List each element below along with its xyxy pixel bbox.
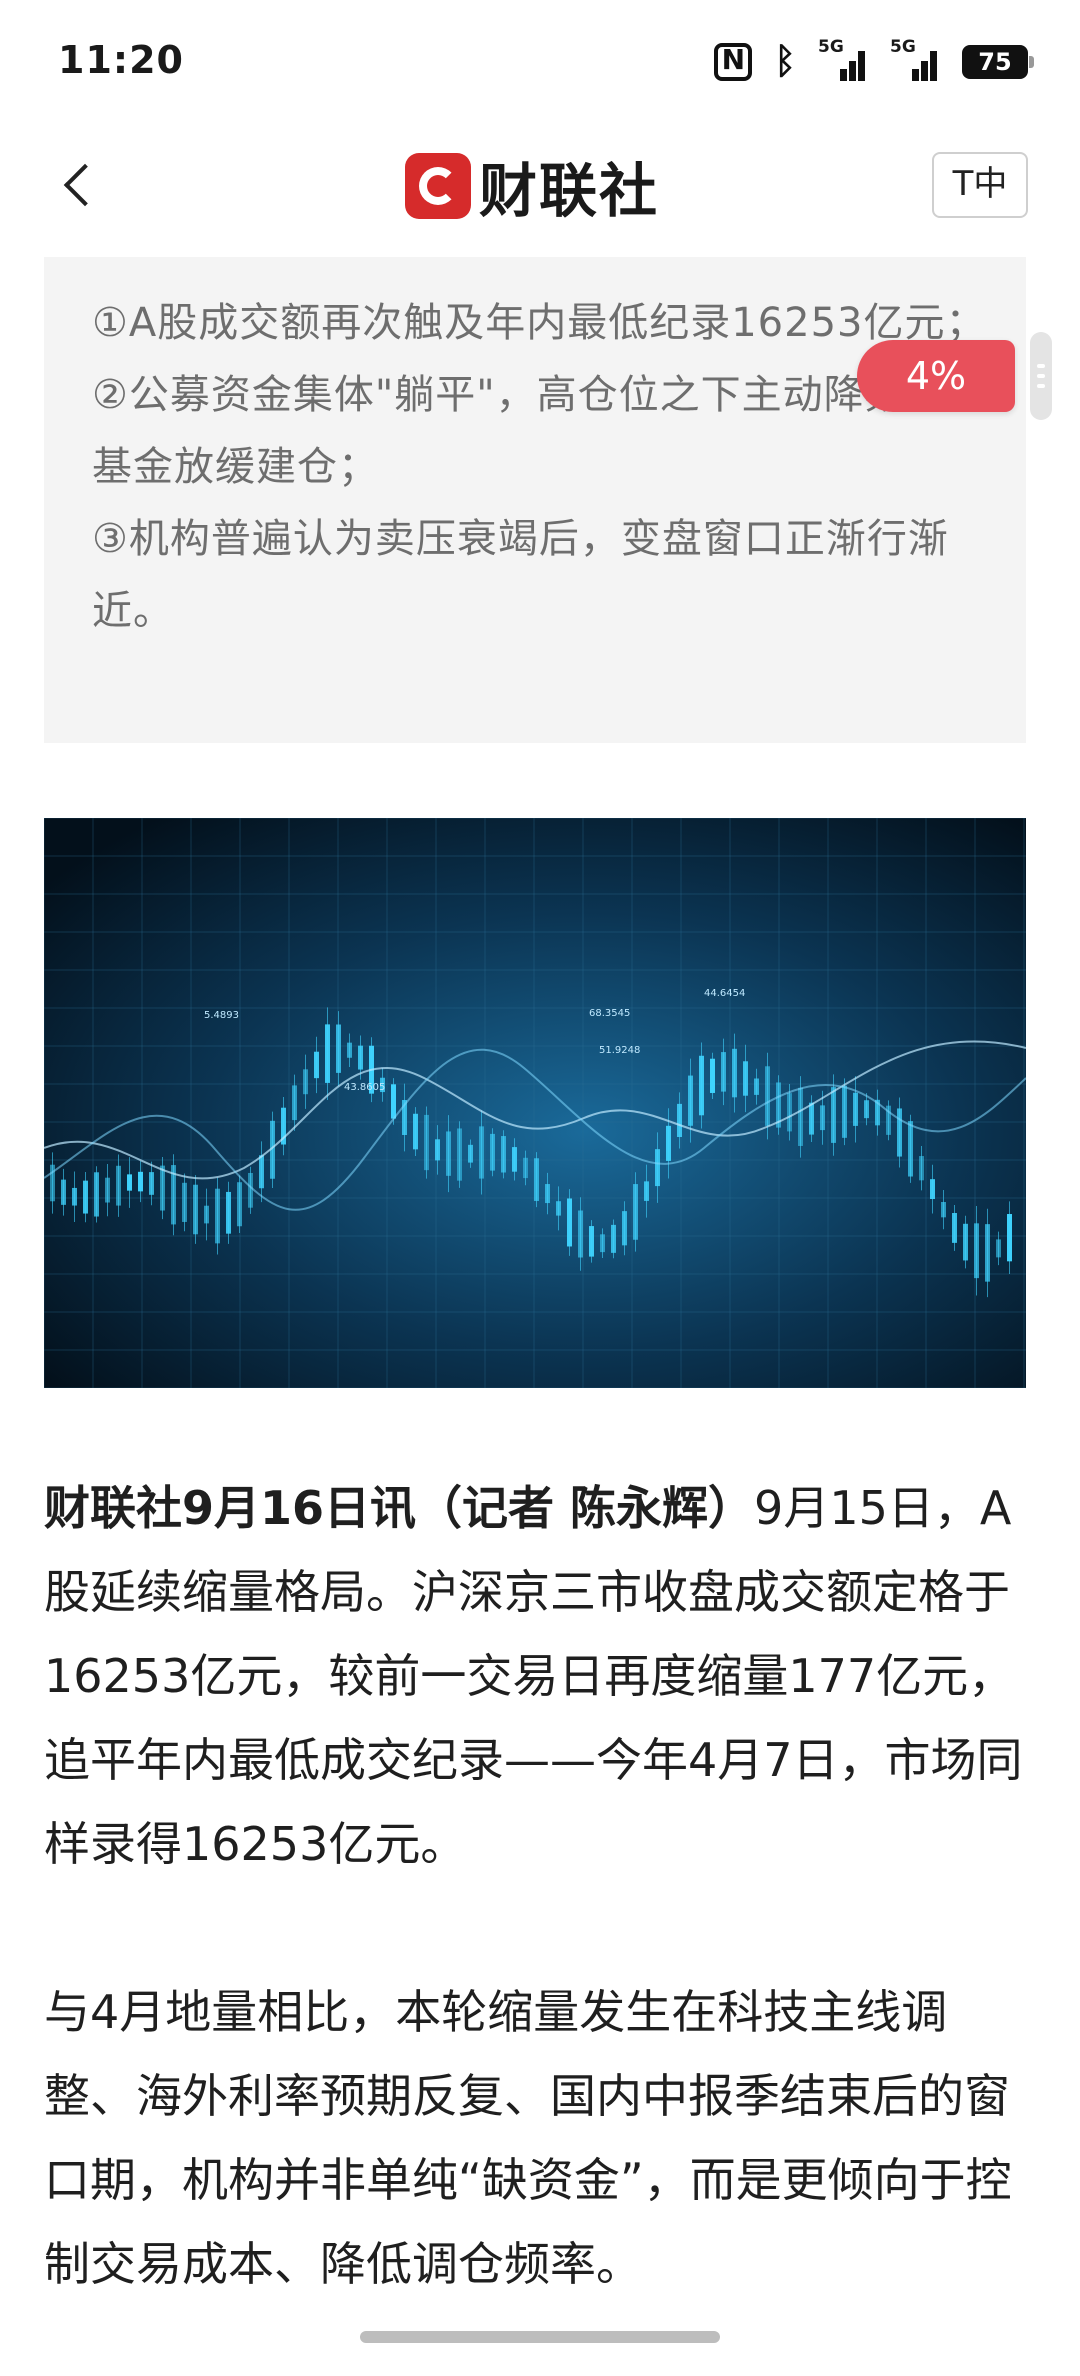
chart-label: 68.3545 — [589, 1008, 630, 1019]
home-indicator[interactable] — [360, 2331, 720, 2343]
chart-label: 5.4893 — [204, 1010, 239, 1021]
article-text: 9月15日，A股延续缩量格局。沪深京三市收盘成交额定格于16253亿元，较前一交… — [44, 1481, 1023, 1871]
article-paragraph: 与4月地量相比，本轮缩量发生在科技主线调整、海外利率预期反复、国内中报季结束后的… — [44, 1985, 1012, 2291]
article-paragraph: 财联社9月16日讯（记者 陈永辉）9月15日，A股延续缩量格局。沪深京三市收盘成… — [44, 1466, 1034, 1886]
signal-5g-icon: 5G — [890, 37, 940, 81]
nfc-icon — [714, 43, 753, 81]
article-body: 财联社9月16日讯（记者 陈永辉）9月15日，A股延续缩量格局。沪深京三市收盘成… — [44, 1466, 1034, 2376]
nav-bar: 财联社 T中 — [0, 120, 1080, 250]
chart-label: 43.8605 — [344, 1082, 385, 1093]
stock-chart-image: 5.4893 43.8605 68.3545 51.9248 44.6454 — [44, 818, 1026, 1388]
status-time: 11:20 — [58, 38, 184, 82]
logo-text: 财联社 — [479, 157, 660, 225]
signal-label: 5G — [818, 37, 844, 57]
signal-5g-icon: 5G — [818, 37, 868, 81]
signal-label: 5G — [890, 37, 916, 57]
font-size-button[interactable]: T中 — [932, 152, 1028, 218]
back-button[interactable] — [50, 156, 110, 216]
status-bar: 11:20 ᛒ 5G 5G 75 — [0, 0, 1080, 120]
battery-icon: 75 — [962, 45, 1034, 79]
summary-box: ①A股成交额再次触及年内最低纪录16253亿元； ②公募资金集体"躺平"，高仓位… — [44, 257, 1026, 743]
article-dateline: 财联社9月16日讯（记者 陈永辉） — [44, 1481, 755, 1535]
summary-list: ①A股成交额再次触及年内最低纪录16253亿元； ②公募资金集体"躺平"，高仓位… — [92, 287, 992, 647]
summary-item: ①A股成交额再次触及年内最低纪录16253亿元； — [92, 300, 987, 346]
app-logo: 财联社 — [405, 148, 659, 225]
hero-image: 5.4893 43.8605 68.3545 51.9248 44.6454 — [44, 818, 1026, 1388]
reading-progress-badge: 4% — [857, 340, 1015, 412]
bluetooth-icon: ᛒ — [774, 41, 796, 82]
article-screen: { "status_bar": { "time": "11:20", "sign… — [0, 0, 1080, 2376]
scroll-handle[interactable] — [1030, 332, 1052, 420]
chart-label: 44.6454 — [704, 988, 745, 999]
logo-c-icon — [405, 153, 471, 219]
summary-item: ③机构普遍认为卖压衰竭后，变盘窗口正渐行渐近。 — [92, 516, 949, 634]
chart-label: 51.9248 — [599, 1045, 640, 1056]
status-icons: ᛒ 5G 5G 75 — [714, 37, 1034, 84]
